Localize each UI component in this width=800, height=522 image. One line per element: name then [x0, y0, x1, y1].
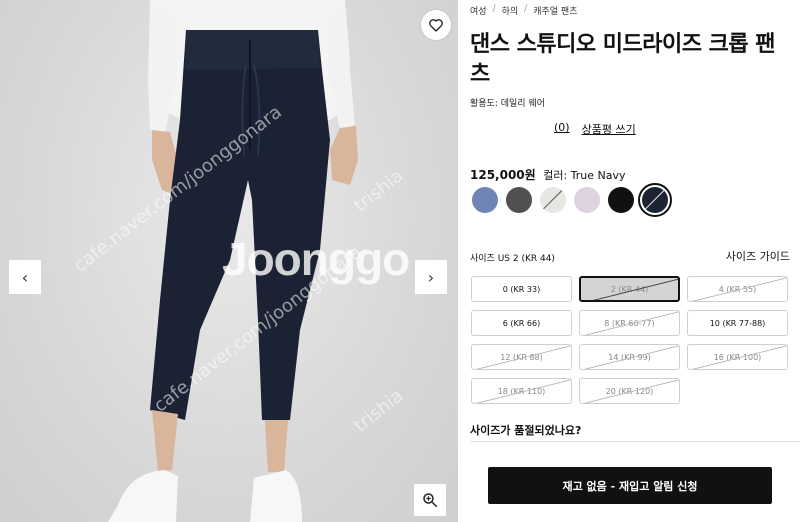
- size-option[interactable]: 16 (KR 100): [687, 344, 788, 370]
- zoom-button[interactable]: [414, 484, 446, 516]
- size-grid: 0 (KR 33) 2 (KR 44) 4 (KR 55) 6 (KR 66) 8 (K…: [471, 276, 788, 404]
- review-count-link[interactable]: (0): [554, 121, 570, 137]
- size-sold-out-question[interactable]: 사이즈가 품절되었나요?: [470, 422, 581, 438]
- size-option[interactable]: 18 (KR 110): [471, 378, 572, 404]
- product-image-panel: Joonggo cafe.naver.com/joonggonara cafe.…: [0, 0, 458, 522]
- size-label: 사이즈 US 2 (KR 44): [470, 254, 555, 264]
- size-option[interactable]: 12 (KR 88): [471, 344, 572, 370]
- heart-icon: [429, 19, 443, 32]
- size-option[interactable]: 8 (KR 66-77): [579, 310, 680, 336]
- product-info-panel: 여성 / 하의 / 캐주얼 팬츠 댄스 스튜디오 미드라이즈 크롭 팬츠 활용도…: [470, 0, 800, 522]
- color-swatch-charcoal[interactable]: [506, 187, 532, 213]
- chevron-left-icon: ‹: [21, 267, 29, 287]
- review-row: (0) 상품평 쓰기: [554, 121, 636, 137]
- breadcrumb-item[interactable]: 여성: [470, 4, 487, 17]
- sold-out-slash: [540, 187, 566, 213]
- size-guide-link[interactable]: 사이즈 가이드: [726, 248, 790, 264]
- size-option[interactable]: 2 (KR 44): [579, 276, 680, 302]
- breadcrumb-separator: /: [492, 4, 496, 14]
- breadcrumb-separator: /: [524, 4, 528, 14]
- breadcrumb-item[interactable]: 캐주얼 팬츠: [533, 4, 577, 17]
- color-swatch-lilac[interactable]: [574, 187, 600, 213]
- size-option[interactable]: 6 (KR 66): [471, 310, 572, 336]
- size-option[interactable]: 20 (KR 120): [579, 378, 680, 404]
- size-option[interactable]: 10 (KR 77-88): [687, 310, 788, 336]
- color-swatches: [472, 183, 672, 217]
- image-prev-button[interactable]: ‹: [9, 260, 41, 294]
- image-next-button[interactable]: ›: [415, 260, 447, 294]
- restock-alert-button[interactable]: 재고 없음 - 재입고 알림 신청: [488, 467, 772, 504]
- color-swatch-light-gray[interactable]: [540, 187, 566, 213]
- sold-out-slash: [642, 187, 668, 213]
- divider: [470, 441, 800, 442]
- product-title: 댄스 스튜디오 미드라이즈 크롭 팬츠: [470, 32, 776, 87]
- zoom-in-icon: [423, 493, 438, 508]
- color-label: 컬러: True Navy: [543, 169, 626, 182]
- product-usage: 활용도: 데일리 웨어: [470, 99, 545, 109]
- wishlist-button[interactable]: [421, 10, 451, 40]
- color-swatch-true-navy[interactable]: [638, 183, 672, 217]
- size-option[interactable]: 0 (KR 33): [471, 276, 572, 302]
- price-row: 125,000원 컬러: True Navy: [470, 166, 626, 183]
- breadcrumb-item[interactable]: 하의: [502, 4, 519, 17]
- color-swatch-black[interactable]: [608, 187, 634, 213]
- size-option[interactable]: 14 (KR 99): [579, 344, 680, 370]
- product-price: 125,000원: [470, 168, 536, 182]
- product-photo: [108, 0, 358, 522]
- chevron-right-icon: ›: [427, 267, 435, 287]
- breadcrumb: 여성 / 하의 / 캐주얼 팬츠: [470, 4, 577, 17]
- size-option[interactable]: 4 (KR 55): [687, 276, 788, 302]
- write-review-link[interactable]: 상품평 쓰기: [582, 121, 636, 137]
- color-swatch-blue-gray[interactable]: [472, 187, 498, 213]
